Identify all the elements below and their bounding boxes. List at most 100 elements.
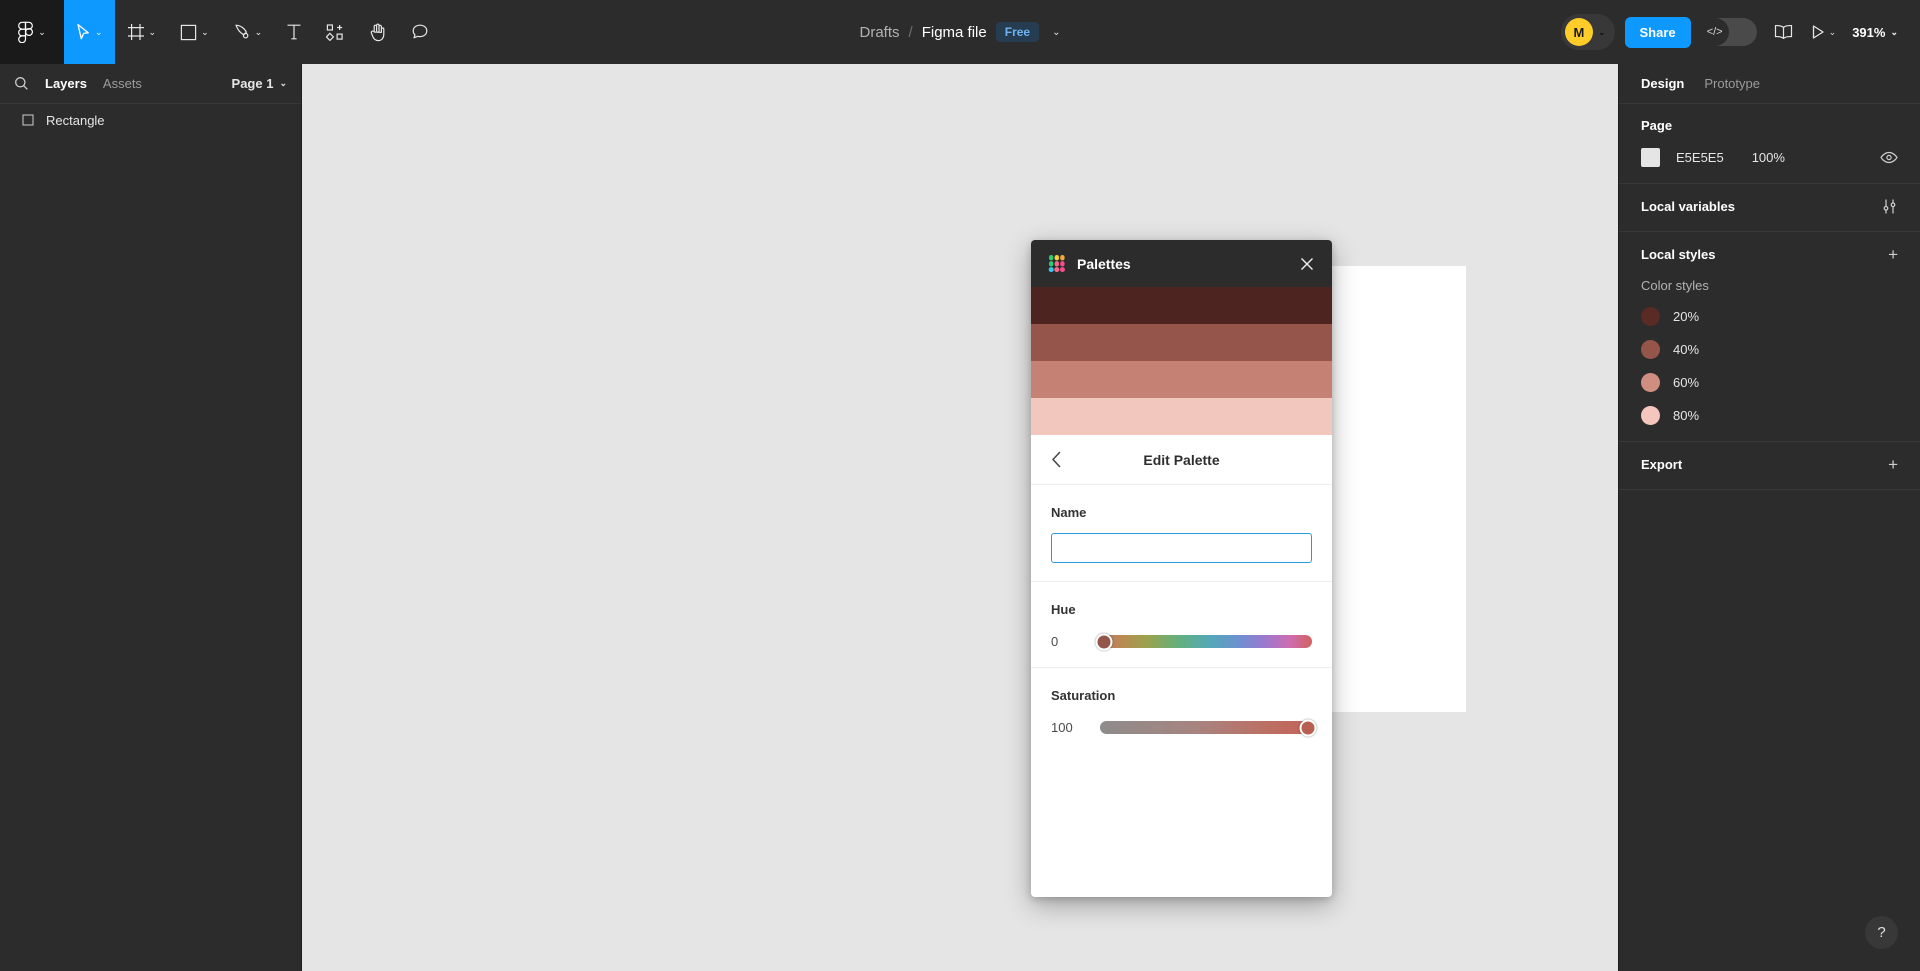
name-field-block: Name [1031, 485, 1332, 582]
tab-prototype[interactable]: Prototype [1704, 76, 1760, 91]
pen-tool-button[interactable]: ⌄ [221, 0, 275, 64]
edit-palette-bar: Edit Palette [1031, 435, 1332, 485]
tab-assets[interactable]: Assets [103, 76, 142, 91]
shape-tool-caret[interactable]: ⌄ [201, 27, 209, 37]
layer-item-label: Rectangle [46, 112, 105, 128]
name-input[interactable] [1051, 533, 1312, 563]
export-header: Export + [1641, 456, 1898, 473]
present-caret-icon[interactable]: ⌄ [1829, 27, 1837, 37]
color-style-dot[interactable] [1641, 340, 1660, 359]
figma-logo-icon [18, 21, 34, 43]
hue-slider-thumb[interactable] [1095, 633, 1113, 650]
pen-tool-caret[interactable]: ⌄ [255, 27, 263, 37]
components-tool-button[interactable] [314, 0, 357, 64]
hand-tool-button[interactable] [357, 0, 399, 64]
breadcrumb-project[interactable]: Drafts [860, 24, 900, 41]
hue-field-block: Hue 0 [1031, 582, 1332, 668]
color-style-dot[interactable] [1641, 307, 1660, 326]
page-color-hex: E5E5E5 [1676, 150, 1724, 165]
color-style-label: 60% [1673, 375, 1700, 390]
close-icon[interactable] [1296, 253, 1318, 275]
plan-badge[interactable]: Free [995, 22, 1040, 42]
palette-swatch-2[interactable] [1031, 324, 1332, 361]
comment-tool-button[interactable] [399, 0, 441, 64]
color-style-label: 20% [1673, 309, 1700, 324]
tab-layers[interactable]: Layers [45, 76, 87, 91]
color-style-label: 80% [1673, 408, 1700, 423]
pen-icon [233, 23, 251, 41]
color-style-row-60[interactable]: 60% [1641, 373, 1898, 392]
local-styles-header: Local styles + [1641, 246, 1898, 263]
left-panel-tabs: Layers Assets Page 1 ⌄ [0, 64, 301, 104]
share-button[interactable]: Share [1624, 16, 1691, 48]
color-style-dot[interactable] [1641, 406, 1660, 425]
page-selector[interactable]: Page 1 ⌄ [232, 76, 287, 91]
comment-icon [411, 23, 429, 41]
move-tool-caret[interactable]: ⌄ [95, 27, 103, 37]
layer-item-rectangle[interactable]: Rectangle [0, 104, 301, 136]
frame-tool-button[interactable]: ⌄ [115, 0, 169, 64]
present-button[interactable]: ⌄ [1811, 24, 1837, 40]
canvas[interactable]: Palettes Edit Palette Name Hue 0 Saturat… [302, 64, 1618, 971]
saturation-value: 100 [1051, 720, 1073, 735]
sliders-icon[interactable] [1881, 198, 1898, 215]
name-label: Name [1051, 505, 1087, 520]
hue-value: 0 [1051, 634, 1059, 649]
color-style-label: 40% [1673, 342, 1700, 357]
plugin-title: Palettes [1077, 255, 1131, 272]
rectangle-icon [22, 114, 34, 126]
breadcrumb-file-name[interactable]: Figma file [922, 24, 987, 41]
zoom-control[interactable]: 391% ⌄ [1846, 25, 1904, 40]
play-icon [1811, 24, 1825, 40]
saturation-slider-row: 100 [1051, 719, 1317, 736]
dev-mode-toggle[interactable]: </> [1700, 18, 1757, 46]
avatar-group[interactable]: M ⌄ [1560, 14, 1615, 50]
hue-slider-track[interactable] [1095, 633, 1312, 650]
help-button[interactable]: ? [1865, 916, 1898, 949]
color-styles-subhead: Color styles [1641, 278, 1709, 293]
file-menu-caret-icon[interactable]: ⌄ [1052, 27, 1060, 38]
cursor-icon [76, 23, 91, 41]
page-color-chip[interactable] [1641, 148, 1660, 167]
palette-swatches [1031, 287, 1332, 435]
shape-tool-button[interactable]: ⌄ [168, 0, 221, 64]
color-style-row-40[interactable]: 40% [1641, 340, 1898, 359]
saturation-slider-thumb[interactable] [1299, 719, 1317, 736]
zoom-level: 391% [1852, 24, 1886, 40]
text-tool-button[interactable] [274, 0, 314, 64]
move-tool-button[interactable]: ⌄ [64, 0, 115, 64]
avatar[interactable]: M [1564, 18, 1593, 46]
frame-tool-caret[interactable]: ⌄ [149, 27, 157, 37]
toolbar-tools: ⌄ ⌄ ⌄ ⌄ ⌄ [0, 0, 441, 64]
saturation-slider-track[interactable] [1100, 719, 1317, 736]
color-style-row-20[interactable]: 20% [1641, 307, 1898, 326]
palette-swatch-3[interactable] [1031, 361, 1332, 398]
hue-label: Hue [1051, 602, 1076, 617]
edit-palette-title: Edit Palette [1143, 451, 1220, 468]
top-toolbar: ⌄ ⌄ ⌄ ⌄ ⌄ Drafts / Figma file Free ⌄ M ⌄… [0, 0, 1920, 64]
palette-swatch-1[interactable] [1031, 287, 1332, 324]
saturation-label: Saturation [1051, 688, 1116, 703]
palette-swatch-4[interactable] [1031, 398, 1332, 435]
color-style-dot[interactable] [1641, 373, 1660, 392]
figma-logo-button[interactable]: ⌄ [0, 0, 64, 64]
page-color-row[interactable]: E5E5E5 100% [1641, 148, 1898, 167]
eye-icon[interactable] [1880, 151, 1898, 164]
search-icon[interactable] [14, 76, 29, 91]
tab-design[interactable]: Design [1641, 76, 1684, 91]
avatar-caret-icon[interactable]: ⌄ [1598, 27, 1606, 37]
local-variables-header: Local variables [1641, 198, 1898, 215]
book-icon [1774, 24, 1793, 40]
code-icon: </> [1700, 18, 1729, 46]
local-variables-section[interactable]: Local variables [1619, 184, 1920, 232]
add-export-plus-icon[interactable]: + [1888, 456, 1898, 473]
zoom-caret-icon[interactable]: ⌄ [1890, 27, 1898, 37]
local-variables-title: Local variables [1641, 199, 1735, 214]
color-style-row-80[interactable]: 80% [1641, 406, 1898, 425]
chevron-left-icon[interactable] [1051, 451, 1062, 468]
add-style-plus-icon[interactable]: + [1888, 246, 1898, 263]
figma-menu-caret[interactable]: ⌄ [38, 27, 46, 37]
modal-header: Palettes [1031, 240, 1332, 287]
palettes-logo-icon [1048, 254, 1067, 273]
book-button[interactable] [1767, 15, 1801, 49]
